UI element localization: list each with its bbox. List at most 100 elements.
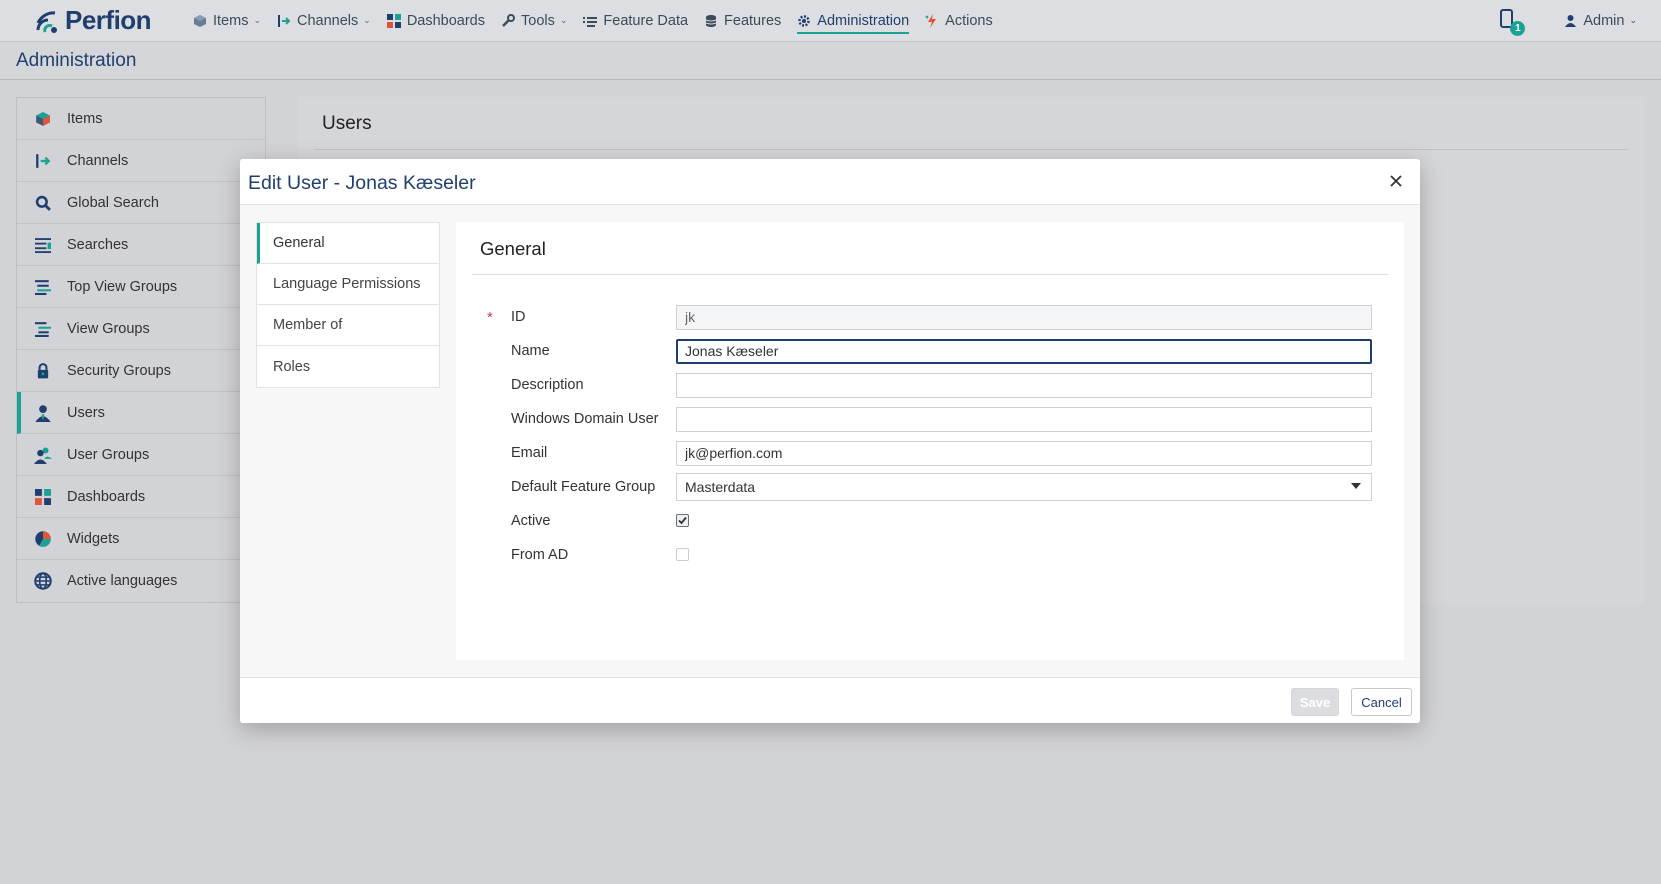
nav-feature-data[interactable]: Feature Data	[575, 0, 696, 42]
tab-roles[interactable]: Roles	[257, 346, 439, 387]
windows-domain-user-field[interactable]	[676, 406, 1372, 432]
nav-channels-label: Channels	[297, 12, 359, 29]
active-label: Active	[511, 513, 551, 529]
dashboard-icon	[33, 487, 53, 507]
sidebar-item-label: Security Groups	[67, 362, 171, 379]
user-icon	[33, 403, 53, 423]
user-icon	[1565, 15, 1577, 27]
user-menu-label: Admin	[1583, 12, 1625, 29]
top-view-groups-icon	[33, 277, 53, 297]
list-icon	[583, 16, 598, 27]
perfion-logo-icon	[36, 10, 57, 33]
nav-features-label: Features	[724, 12, 782, 29]
sidebar-item-label: Widgets	[67, 530, 120, 547]
sidebar-item-channels[interactable]: Channels	[17, 140, 265, 182]
divider	[472, 274, 1388, 275]
nav-dashboards-label: Dashboards	[406, 12, 485, 29]
chevron-down-icon: ⌄	[1629, 15, 1637, 25]
gear-icon	[798, 14, 811, 27]
sidebar-item-label: Top View Groups	[67, 278, 178, 295]
perfion-logo[interactable]: Perfion	[35, 5, 185, 36]
nav-feature-data-label: Feature Data	[603, 12, 689, 29]
searches-icon	[33, 235, 53, 255]
chevron-down-icon: ⌄	[363, 15, 371, 25]
sidebar-item-dashboards[interactable]: Dashboards	[17, 476, 265, 518]
channel-icon	[278, 14, 291, 27]
save-button[interactable]: Save	[1291, 688, 1339, 716]
notifications-button[interactable]: 1	[1500, 8, 1526, 36]
nav-administration-label: Administration	[817, 12, 910, 29]
nav-actions[interactable]: Actions	[917, 0, 1001, 42]
general-form: General * ID Name Description Windows Do…	[456, 222, 1404, 660]
sidebar-item-label: User Groups	[67, 446, 150, 463]
sidebar-item-security-groups[interactable]: Security Groups	[17, 350, 265, 392]
sidebar-item-label: Channels	[67, 152, 129, 169]
sidebar-item-label: View Groups	[67, 320, 150, 337]
nav-features[interactable]: Features	[696, 0, 789, 42]
dialog-header: Edit User - Jonas Kæseler	[240, 159, 1420, 205]
tab-general[interactable]: General	[257, 223, 439, 264]
name-field[interactable]	[676, 338, 1372, 364]
channel-icon	[33, 151, 53, 171]
users-panel-title: Users	[322, 113, 372, 134]
default-feature-group-select[interactable]: Masterdata	[676, 473, 1372, 501]
sidebar-item-label: Users	[67, 404, 105, 421]
email-label: Email	[511, 445, 548, 461]
cancel-button[interactable]: Cancel	[1351, 688, 1412, 716]
sidebar-item-active-languages[interactable]: Active languages	[17, 560, 265, 602]
page-title: Administration	[16, 50, 137, 71]
edit-user-dialog: Edit User - Jonas Kæseler General Langua…	[240, 159, 1420, 723]
wrench-icon	[502, 13, 515, 27]
required-marker: *	[487, 308, 493, 326]
id-field	[676, 304, 1372, 330]
sidebar-item-label: Active languages	[67, 573, 178, 589]
divider	[314, 149, 1628, 150]
lightning-icon	[925, 13, 937, 28]
checkmark-icon	[678, 516, 687, 525]
dialog-tabs: General Language Permissions Member of R…	[256, 222, 440, 388]
description-field[interactable]	[676, 372, 1372, 398]
nav-actions-label: Actions	[945, 12, 993, 29]
sidebar-item-label: Searches	[67, 236, 129, 253]
nav-administration[interactable]: Administration	[789, 0, 917, 42]
user-menu[interactable]: Admin ⌄	[1564, 13, 1637, 29]
nav-channels[interactable]: Channels ⌄	[269, 0, 379, 42]
nav-tools[interactable]: Tools ⌄	[493, 0, 575, 42]
close-icon	[1390, 175, 1402, 187]
close-button[interactable]	[1386, 171, 1406, 191]
top-navbar: Perfion Items ⌄ Channels ⌄ Dashboards To…	[0, 0, 1661, 42]
sidebar-item-view-groups[interactable]: View Groups	[17, 308, 265, 350]
chevron-down-icon: ⌄	[253, 15, 261, 25]
sidebar-item-top-view-groups[interactable]: Top View Groups	[17, 266, 265, 308]
sidebar-item-items[interactable]: Items	[17, 98, 265, 140]
sidebar-item-widgets[interactable]: Widgets	[17, 518, 265, 560]
sidebar-item-users[interactable]: Users	[17, 392, 265, 434]
nav-tools-label: Tools	[521, 12, 555, 29]
view-groups-icon	[33, 319, 53, 339]
dashboard-icon	[386, 13, 401, 28]
email-field[interactable]	[676, 440, 1372, 466]
nav-items[interactable]: Items ⌄	[185, 0, 269, 42]
from-ad-checkbox	[676, 548, 689, 561]
sidebar-item-global-search[interactable]: Global Search	[17, 182, 265, 224]
windows-domain-user-label: Windows Domain User	[511, 411, 659, 427]
cube-icon	[194, 14, 206, 27]
sidebar-item-label: Items	[67, 110, 103, 127]
description-label: Description	[511, 377, 584, 393]
pie-chart-icon	[33, 529, 53, 549]
dialog-footer: Save Cancel	[240, 677, 1420, 723]
admin-sidebar: Items Channels Global Search Searches To…	[16, 97, 266, 603]
active-checkbox[interactable]	[676, 514, 689, 527]
caret-down-icon	[1351, 483, 1361, 489]
lock-icon	[33, 361, 53, 381]
sidebar-item-user-groups[interactable]: User Groups	[17, 434, 265, 476]
sidebar-item-searches[interactable]: Searches	[17, 224, 265, 266]
page-header: Administration	[0, 42, 1661, 80]
tab-language-permissions[interactable]: Language Permissions	[257, 264, 439, 305]
default-feature-group-value: Masterdata	[685, 479, 756, 495]
globe-icon	[33, 571, 53, 591]
from-ad-label: From AD	[511, 547, 569, 563]
nav-dashboards[interactable]: Dashboards	[379, 0, 493, 42]
tab-member-of[interactable]: Member of	[257, 305, 439, 346]
id-label: ID	[511, 309, 526, 325]
